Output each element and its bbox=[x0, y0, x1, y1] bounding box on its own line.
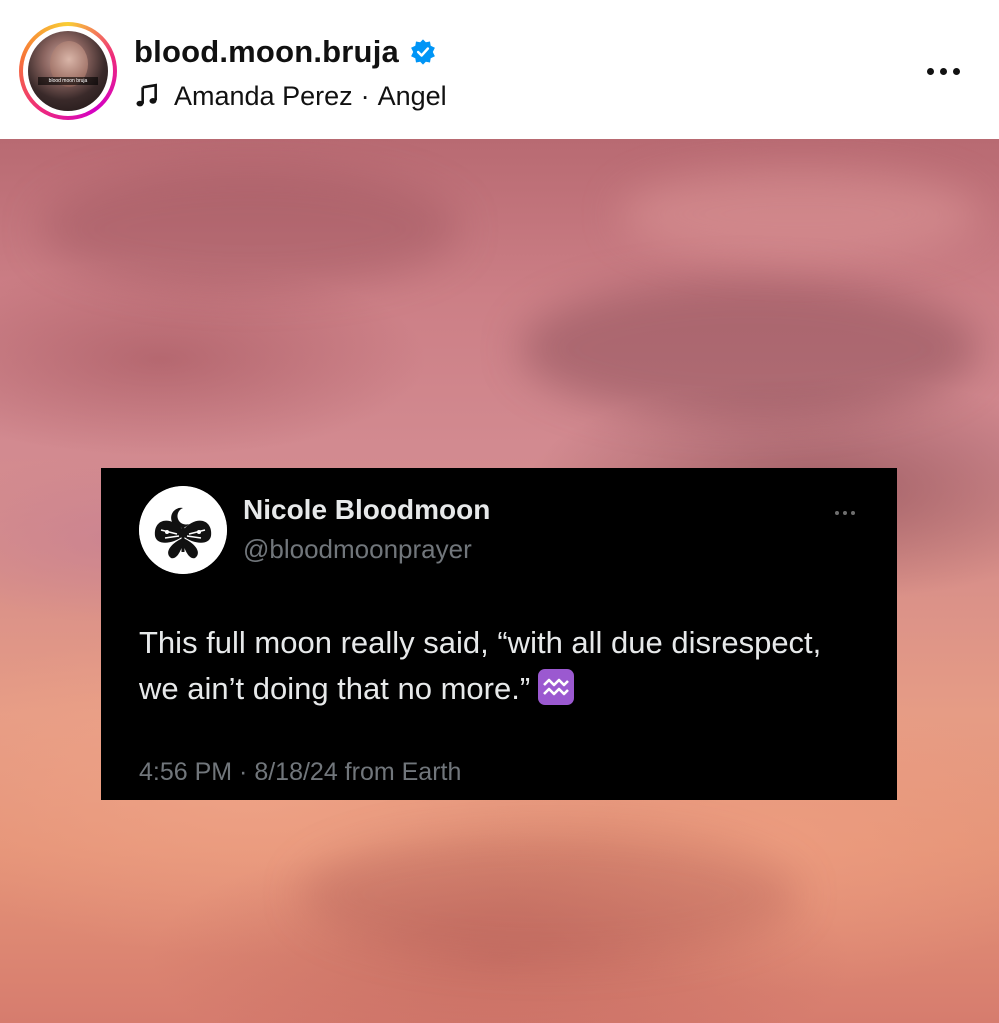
tweet-display-name[interactable]: Nicole Bloodmoon bbox=[243, 494, 490, 526]
verified-badge-icon bbox=[411, 39, 435, 65]
cloud-shape bbox=[300, 829, 800, 959]
song-title: Angel bbox=[377, 80, 447, 111]
post-header: blood moon bruja blood.moon.bruja Amanda… bbox=[0, 0, 999, 139]
cloud-shape bbox=[620, 169, 980, 259]
music-note-icon bbox=[136, 83, 157, 107]
audio-attribution[interactable]: Amanda Perez · Angel bbox=[134, 78, 447, 114]
more-options-icon[interactable] bbox=[918, 58, 968, 84]
song-separator: · bbox=[360, 80, 370, 111]
tweet-avatar bbox=[139, 486, 227, 574]
story-ring[interactable]: blood moon bruja bbox=[19, 22, 117, 120]
song-artist: Amanda Perez bbox=[174, 80, 353, 111]
profile-avatar[interactable]: blood moon bruja bbox=[28, 31, 108, 111]
tweet-handle[interactable]: @bloodmoonprayer bbox=[243, 534, 472, 565]
moth-moon-logo-icon bbox=[139, 486, 227, 574]
aquarius-icon bbox=[538, 669, 575, 705]
avatar-caption: blood moon bruja bbox=[38, 77, 98, 85]
tweet-more-icon bbox=[835, 510, 863, 516]
cloud-shape bbox=[40, 169, 460, 289]
tweet-text: This full moon really said, “with all du… bbox=[139, 625, 822, 706]
username-link[interactable]: blood.moon.bruja bbox=[134, 34, 399, 70]
post-image[interactable]: Nicole Bloodmoon @bloodmoonprayer This f… bbox=[0, 139, 999, 1023]
username-row: blood.moon.bruja bbox=[134, 32, 437, 72]
tweet-timestamp: 4:56 PM · 8/18/24 from Earth bbox=[139, 758, 462, 786]
tweet-body: This full moon really said, “with all du… bbox=[139, 620, 859, 712]
tweet-card: Nicole Bloodmoon @bloodmoonprayer This f… bbox=[101, 468, 897, 800]
cloud-shape bbox=[520, 279, 980, 419]
